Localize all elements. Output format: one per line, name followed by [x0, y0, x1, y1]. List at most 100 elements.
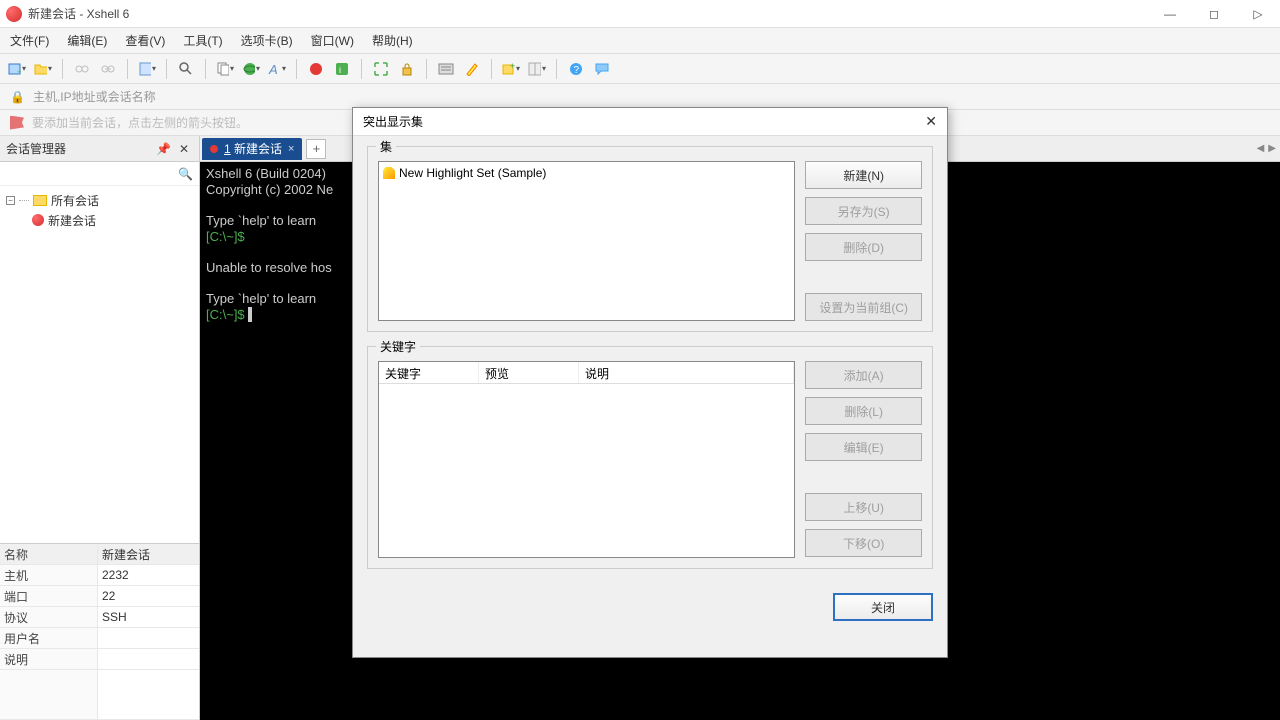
keyboard-icon[interactable]	[437, 60, 455, 78]
menu-file[interactable]: 文件(F)	[10, 32, 49, 49]
set-group-label: 集	[376, 138, 396, 155]
reconnect-icon[interactable]	[99, 60, 117, 78]
set-group: 集 New Highlight Set (Sample) 新建(N) 另存为(S…	[367, 146, 933, 332]
svg-text:+: +	[510, 62, 515, 71]
tree-collapse-icon[interactable]: −	[6, 196, 15, 205]
maximize-button[interactable]: ◻	[1192, 0, 1236, 28]
prop-key: 端口	[0, 586, 98, 606]
session-icon	[32, 214, 44, 226]
svg-text:A: A	[268, 62, 278, 77]
folder-icon	[33, 195, 47, 206]
status-dot-icon	[210, 145, 218, 153]
red-dot-icon[interactable]	[307, 60, 325, 78]
search-icon: 🔍	[178, 167, 193, 181]
saveas-button[interactable]: 另存为(S)	[805, 197, 922, 225]
pin-icon[interactable]: 📌	[152, 142, 175, 156]
hint-flag-icon	[10, 116, 24, 130]
move-down-button[interactable]: 下移(O)	[805, 529, 922, 557]
prop-val: 新建会话	[98, 544, 199, 564]
prop-key: 用户名	[0, 628, 98, 648]
close-button[interactable]: ▷	[1236, 0, 1280, 28]
tab-next-icon[interactable]: ▶	[1268, 143, 1276, 154]
tree-root-label[interactable]: 所有会话	[51, 192, 99, 209]
dialog-title: 突出显示集	[363, 113, 423, 130]
menu-tab[interactable]: 选项卡(B)	[241, 32, 293, 49]
menu-help[interactable]: 帮助(H)	[372, 32, 413, 49]
new-tab-icon[interactable]: +	[502, 60, 520, 78]
window-title: 新建会话 - Xshell 6	[28, 5, 129, 22]
layout-icon[interactable]	[528, 60, 546, 78]
tab-close-icon[interactable]: ×	[288, 143, 294, 155]
font-icon[interactable]: A	[268, 60, 286, 78]
dialog-close-icon[interactable]: ✕	[925, 113, 937, 130]
session-tree[interactable]: − 所有会话 新建会话	[0, 186, 199, 543]
prop-val: SSH	[98, 607, 199, 627]
new-button[interactable]: 新建(N)	[805, 161, 922, 189]
keyword-group-label: 关键字	[376, 338, 420, 355]
highlight-icon[interactable]	[463, 60, 481, 78]
svg-text:i: i	[339, 65, 341, 75]
minimize-button[interactable]: —	[1148, 0, 1192, 28]
col-desc[interactable]: 说明	[579, 362, 794, 383]
close-dialog-button[interactable]: 关闭	[833, 593, 933, 621]
session-tab[interactable]: 1 新建会话 ×	[202, 138, 302, 160]
menu-tools[interactable]: 工具(T)	[183, 32, 222, 49]
edit-keyword-button[interactable]: 编辑(E)	[805, 433, 922, 461]
prop-val	[98, 628, 199, 648]
fullscreen-icon[interactable]	[372, 60, 390, 78]
prop-key: 说明	[0, 649, 98, 669]
set-current-button[interactable]: 设置为当前组(C)	[805, 293, 922, 321]
session-manager-panel: 会话管理器 📌 ✕ 🔍 − 所有会话 新建会话 名称新建会话 主机2232 端口…	[0, 136, 200, 720]
set-list-item[interactable]: New Highlight Set (Sample)	[381, 164, 792, 182]
prop-val: 2232	[98, 565, 199, 585]
hint-text: 要添加当前会话，点击左侧的箭头按钮。	[32, 114, 248, 131]
keyword-table[interactable]: 关键字 预览 说明	[378, 361, 795, 558]
link-icon[interactable]	[73, 60, 91, 78]
globe-icon[interactable]	[242, 60, 260, 78]
menu-view[interactable]: 查看(V)	[125, 32, 165, 49]
comment-icon[interactable]	[593, 60, 611, 78]
menu-bar: 文件(F) 编辑(E) 查看(V) 工具(T) 选项卡(B) 窗口(W) 帮助(…	[0, 28, 1280, 54]
session-search[interactable]: 🔍	[0, 162, 199, 186]
menu-window[interactable]: 窗口(W)	[311, 32, 354, 49]
tab-prev-icon[interactable]: ◀	[1257, 143, 1265, 154]
move-up-button[interactable]: 上移(U)	[805, 493, 922, 521]
prop-key: 协议	[0, 607, 98, 627]
add-keyword-button[interactable]: 添加(A)	[805, 361, 922, 389]
toolbar: + A i + ?	[0, 54, 1280, 84]
search-icon[interactable]	[177, 60, 195, 78]
svg-text:+: +	[17, 67, 21, 77]
new-session-icon[interactable]: +	[8, 60, 26, 78]
tree-session-label[interactable]: 新建会话	[48, 212, 96, 229]
keyword-group: 关键字 关键字 预览 说明 添加(A) 删除(L) 编辑(E) 上移(U) 下移…	[367, 346, 933, 569]
session-manager-title: 会话管理器	[6, 140, 66, 157]
open-icon[interactable]	[34, 60, 52, 78]
window-titlebar: 新建会话 - Xshell 6 — ◻ ▷	[0, 0, 1280, 28]
highlight-sets-dialog: 突出显示集 ✕ 集 New Highlight Set (Sample) 新建(…	[352, 107, 948, 658]
svg-text:?: ?	[574, 65, 580, 76]
lock-icon[interactable]	[398, 60, 416, 78]
app-logo-icon	[6, 6, 22, 22]
set-listbox[interactable]: New Highlight Set (Sample)	[378, 161, 795, 321]
prop-val: 22	[98, 586, 199, 606]
col-keyword[interactable]: 关键字	[379, 362, 479, 383]
highlight-set-icon	[383, 167, 395, 179]
prop-key: 名称	[0, 544, 98, 564]
prop-val	[98, 649, 199, 669]
copy-icon[interactable]	[216, 60, 234, 78]
prop-key: 主机	[0, 565, 98, 585]
help-icon[interactable]: ?	[567, 60, 585, 78]
menu-edit[interactable]: 编辑(E)	[67, 32, 107, 49]
green-badge-icon[interactable]: i	[333, 60, 351, 78]
session-properties: 名称新建会话 主机2232 端口22 协议SSH 用户名 说明	[0, 543, 199, 720]
delete-keyword-button[interactable]: 删除(L)	[805, 397, 922, 425]
delete-set-button[interactable]: 删除(D)	[805, 233, 922, 261]
panel-close-icon[interactable]: ✕	[175, 142, 193, 156]
set-item-label: New Highlight Set (Sample)	[399, 166, 546, 180]
tab-label: 1 新建会话	[224, 140, 282, 157]
address-lock-icon: 🔒	[10, 90, 25, 104]
properties-icon[interactable]	[138, 60, 156, 78]
address-placeholder: 主机,IP地址或会话名称	[33, 88, 156, 105]
add-tab-button[interactable]: +	[306, 139, 326, 159]
col-preview[interactable]: 预览	[479, 362, 579, 383]
